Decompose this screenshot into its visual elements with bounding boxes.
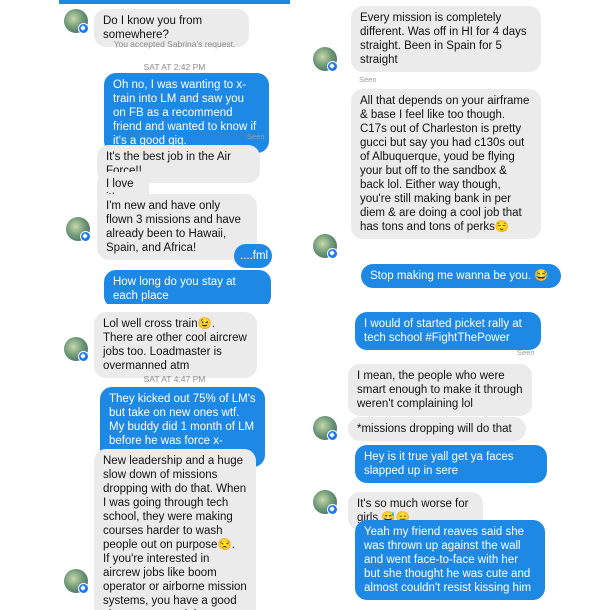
message-outgoing: ....fml <box>234 244 272 268</box>
messenger-badge-icon <box>327 248 338 259</box>
messenger-badge-icon <box>327 61 338 72</box>
seen-indicator: Seen <box>517 348 535 357</box>
panel-conversation-4: I would of started picket rally at tech … <box>306 310 576 610</box>
contact-avatar[interactable] <box>64 9 89 34</box>
messenger-badge-icon <box>78 23 89 34</box>
timestamp: SAT AT 2:42 PM <box>143 62 206 72</box>
message-incoming: I'm new and have only flown 3 missions a… <box>97 194 257 260</box>
messenger-badge-icon <box>327 504 338 515</box>
contact-avatar[interactable] <box>64 569 89 594</box>
messenger-badge-icon <box>78 351 89 362</box>
panel-conversation-2: Every mission is completely different. W… <box>306 0 576 304</box>
message-incoming: All that depends on your airframe & base… <box>351 89 541 239</box>
message-incoming: Every mission is completely different. W… <box>351 6 541 72</box>
contact-avatar[interactable] <box>313 416 338 441</box>
top-accent-bar <box>59 0 290 4</box>
messenger-badge-icon <box>80 231 91 242</box>
messenger-badge-icon <box>78 583 89 594</box>
contact-avatar[interactable] <box>313 490 338 515</box>
message-outgoing: Oh no, I was wanting to x-train into LM … <box>104 73 269 153</box>
composer-toolbar <box>64 602 284 610</box>
messenger-badge-icon <box>327 430 338 441</box>
panel-conversation-1: Do I know you from somewhere? You accept… <box>59 0 290 304</box>
contact-avatar[interactable] <box>66 217 91 242</box>
message-outgoing: Yeah my friend reaves said she was throw… <box>355 520 545 600</box>
message-outgoing: Hey is it true yall get ya faces slapped… <box>355 445 547 483</box>
message-incoming: *missions dropping will do that <box>348 417 526 441</box>
message-outgoing: Stop making me wanna be you. 😂 <box>361 264 561 288</box>
message-incoming: I mean, the people who were smart enough… <box>348 364 532 416</box>
contact-avatar[interactable] <box>64 337 89 362</box>
message-incoming: New leadership and a huge slow down of m… <box>94 449 256 610</box>
contact-avatar[interactable] <box>313 234 338 259</box>
timestamp: SAT AT 4:47 PM <box>143 374 206 384</box>
request-accepted-note: You accepted Sabrina's request. <box>113 39 236 49</box>
seen-indicator: Seen <box>359 75 377 84</box>
message-outgoing: How long do you stay at each place <box>104 270 271 304</box>
message-incoming: Lol well cross train😉. There are other c… <box>94 312 257 378</box>
panel-conversation-3: Lol well cross train😉. There are other c… <box>59 310 290 610</box>
contact-avatar[interactable] <box>313 47 338 72</box>
message-outgoing: I would of started picket rally at tech … <box>355 312 541 350</box>
seen-indicator: Seen <box>247 132 265 141</box>
